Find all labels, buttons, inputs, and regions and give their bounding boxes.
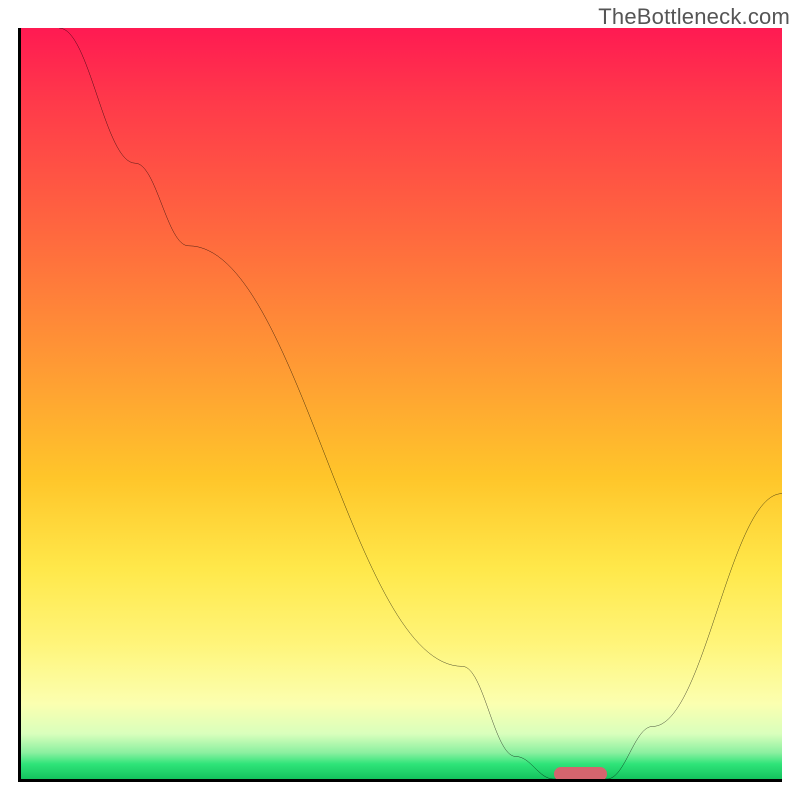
chart-container: TheBottleneck.com bbox=[0, 0, 800, 800]
bottleneck-curve bbox=[21, 28, 782, 779]
optimal-range-marker bbox=[554, 767, 607, 781]
watermark-text: TheBottleneck.com bbox=[598, 4, 790, 30]
plot-area bbox=[18, 28, 782, 782]
